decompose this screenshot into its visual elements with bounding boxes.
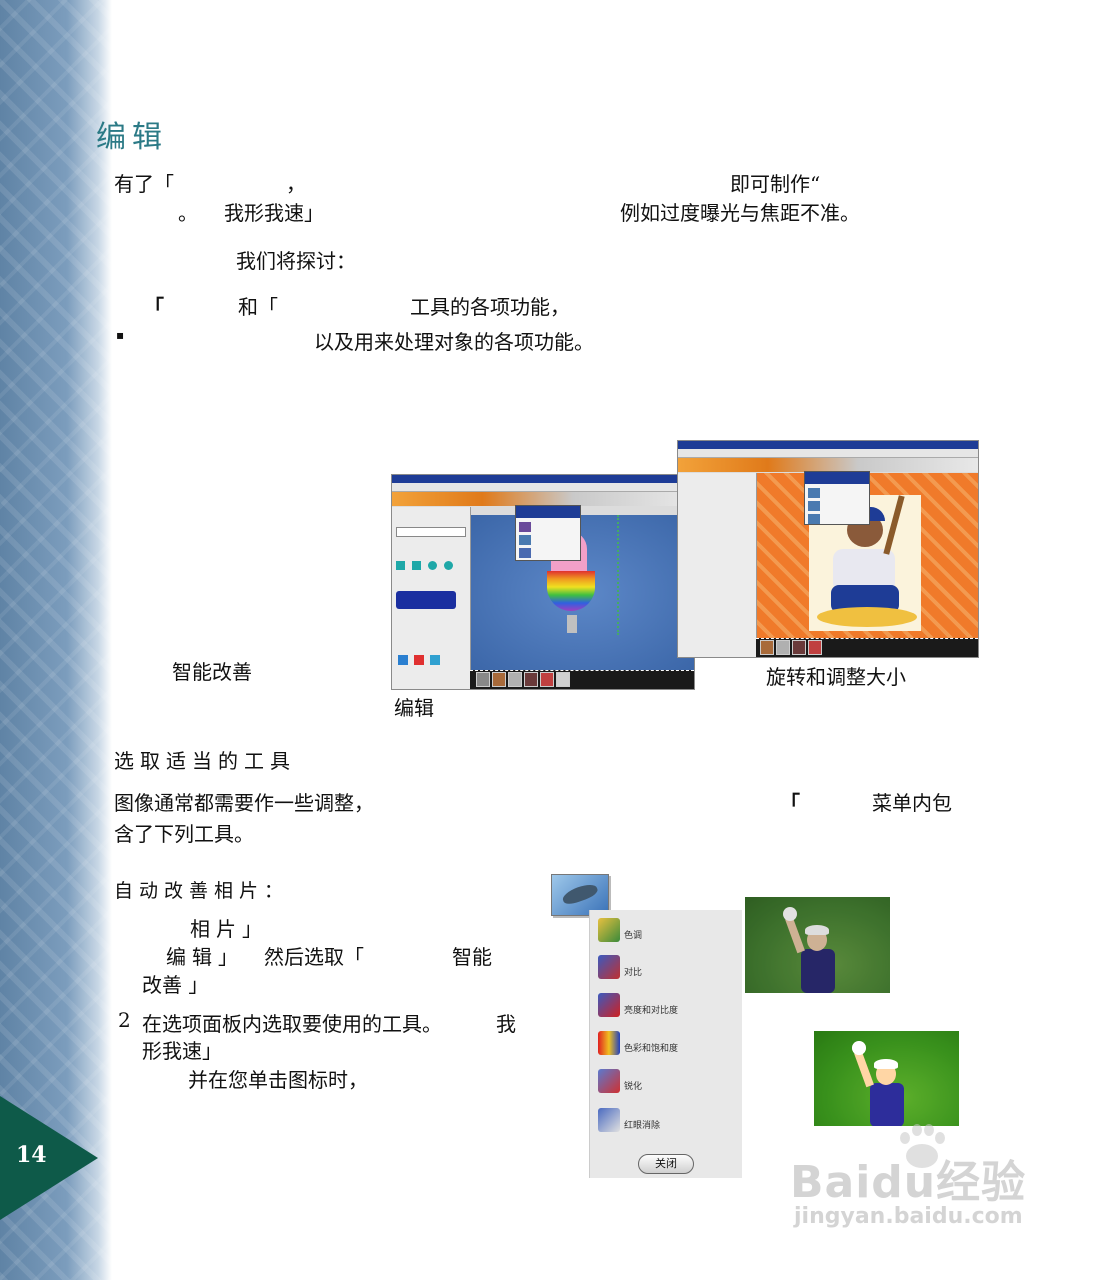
page-number-tab — [0, 1096, 98, 1220]
red-eye-icon — [598, 1108, 620, 1132]
intro-line1-a: 有了「 — [114, 172, 174, 196]
step2-a: 在选项面板内选取要使用的工具。 — [142, 1012, 442, 1036]
intro-line2-a: 。 — [178, 201, 198, 225]
panel-item-hue[interactable]: 色调 — [590, 916, 740, 950]
panel-item-brightness-contrast[interactable]: 亮度和对比度 — [590, 991, 740, 1025]
step1-c: 然后选取「 — [264, 945, 364, 969]
step1-b: 编辑」 — [166, 945, 244, 969]
intro-line2-b: 我形我速」 — [224, 201, 324, 225]
bullet-marker: ▪ — [116, 328, 125, 342]
bullet1-b: 和「 — [238, 295, 278, 319]
brightness-contrast-icon — [598, 993, 620, 1017]
contrast-icon — [598, 955, 620, 979]
caption-smart-enhance: 智能改善 — [172, 660, 252, 684]
intro-line1-b: ， — [286, 172, 306, 196]
intro-line2-c: 例如过度曝光与焦距不准。 — [620, 201, 860, 225]
page-number: 14 — [16, 1142, 47, 1168]
panel-item-red-eye[interactable]: 红眼消除 — [590, 1106, 740, 1140]
intro-line1-c: 即可制作“ — [730, 172, 821, 196]
smart-enhance-panel: 色调 对比 亮度和对比度 色彩和饱和度 锐化 红眼消除 关闭 — [589, 910, 742, 1178]
auto-fix-title: 自动改善相片： — [114, 880, 290, 902]
panel-item-sharpen[interactable]: 锐化 — [590, 1067, 740, 1101]
color-saturation-icon — [598, 1031, 620, 1055]
screenshot-rotate-resize — [677, 440, 979, 658]
bullet1-c: 工具的各项功能， — [410, 295, 570, 319]
decorative-sidebar — [0, 0, 112, 1280]
step1-d: 智能 — [452, 945, 492, 969]
step1-e: 改善 」 — [142, 973, 209, 997]
bullet1-a: 「 — [144, 295, 164, 319]
step1-a: 相片」 — [190, 917, 268, 941]
sharpen-icon — [598, 1069, 620, 1093]
step2-c: 形我速」 — [142, 1039, 222, 1063]
screenshot-edit — [391, 474, 695, 690]
paw-icon — [898, 1122, 946, 1170]
photo-before — [745, 897, 890, 993]
section2-para-c: 菜单内包 — [872, 791, 952, 815]
page-heading: 编辑 — [96, 120, 168, 155]
photo-after — [814, 1031, 959, 1126]
step2-number: 2 — [118, 1008, 131, 1032]
caption-rotate-resize: 旋转和调整大小 — [766, 665, 906, 689]
step2-d: 并在您单击图标时， — [188, 1068, 368, 1092]
section2-para-b: 「 — [780, 791, 800, 815]
hue-icon — [598, 918, 620, 942]
bullet2: 以及用来处理对象的各项功能。 — [314, 330, 594, 354]
section2-para-a: 图像通常都需要作一些调整， — [114, 791, 374, 815]
section2-title: 选取适当的工具 — [114, 749, 296, 773]
panel-close-button[interactable]: 关闭 — [638, 1154, 694, 1174]
caption-edit: 编辑 — [394, 696, 434, 720]
baidu-watermark-url: jingyan.baidu.com — [794, 1204, 1023, 1229]
panel-item-color-saturation[interactable]: 色彩和饱和度 — [590, 1029, 740, 1063]
panel-item-contrast[interactable]: 对比 — [590, 953, 740, 987]
step2-b: 我 — [496, 1012, 516, 1036]
section2-para-d: 含了下列工具。 — [114, 822, 254, 846]
intro-line3: 我们将探讨： — [236, 249, 356, 273]
